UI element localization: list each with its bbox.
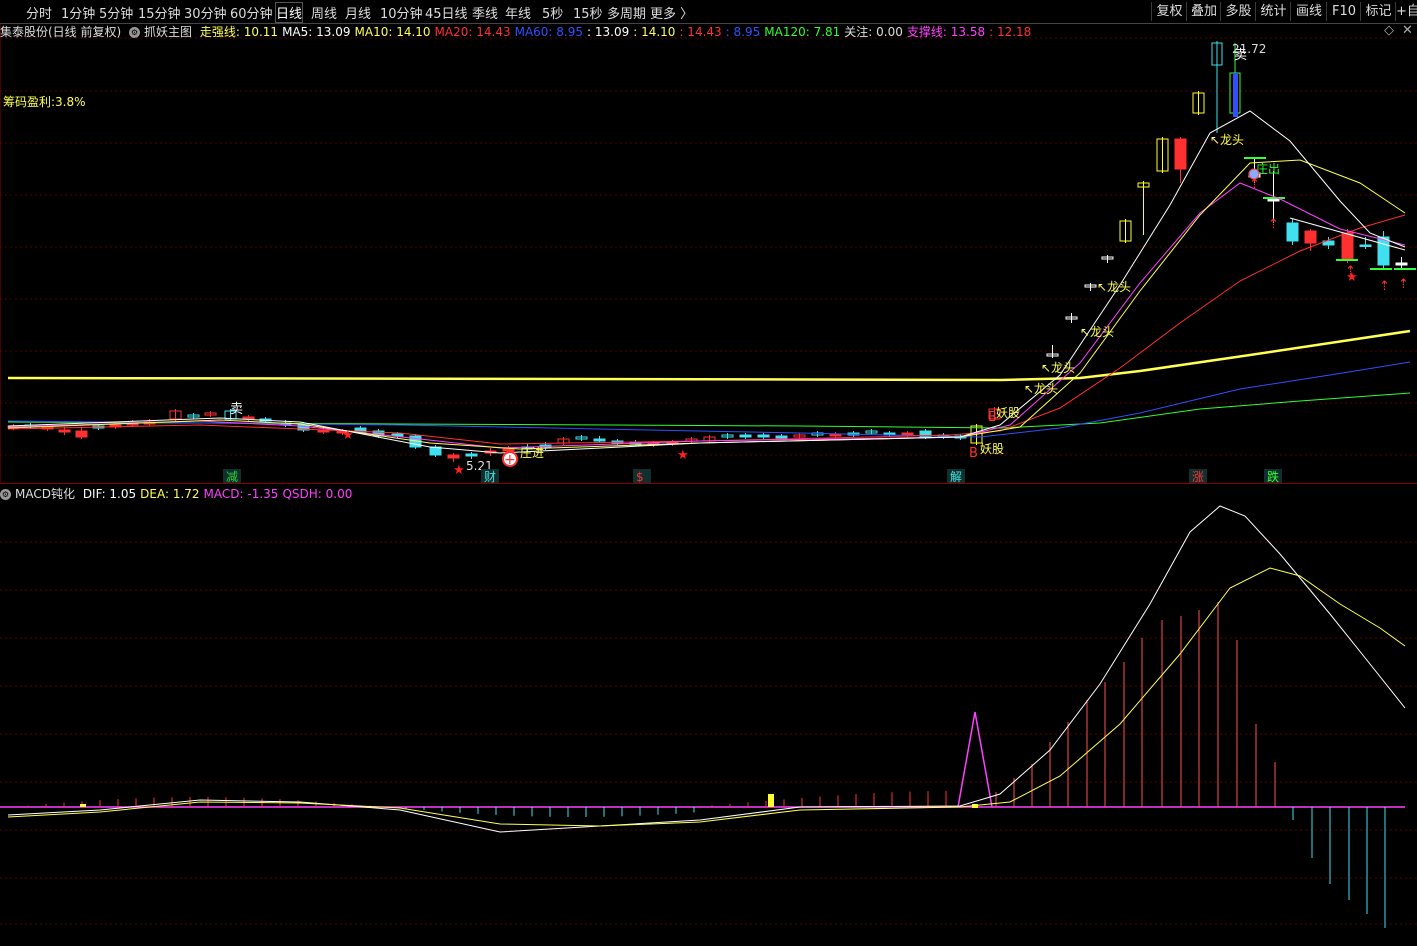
longtou-signal: ↖龙头 [1080,325,1114,339]
candle-body [58,429,71,433]
tab-12[interactable]: 年线 [505,3,531,22]
toolbar-button-1[interactable]: 叠加 [1186,2,1221,21]
macd-value-0: DIF: 1.05 [82,487,137,501]
arrow-up-icon: ⇡ [1379,279,1390,294]
candle-body [593,438,606,442]
candle-body [739,434,752,438]
candle-body [775,435,788,439]
bottom-marker-3: 解 [950,470,962,483]
toolbar-button-6[interactable]: 标记 [1360,2,1396,21]
candle-body [757,434,770,438]
longtou-signal: ↖龙头 [1024,382,1058,396]
period-toolbar: 分时 1分钟 5分钟 15分钟 30分钟 60分钟 日线 周线 月线 10分钟 45日线 季线 年线 5秒… [0,0,1417,24]
candle-body [1359,244,1372,247]
bottom-marker-5: 跌 [1267,469,1279,483]
tab-7[interactable]: 周线 [311,3,337,22]
candle-body [447,454,460,459]
pane-divider [0,483,1417,484]
arrow-up-icon: ⇡ [1398,277,1409,292]
tab-2[interactable]: 5分钟 [99,3,133,22]
sell-signal: 卖 [230,402,243,417]
zhuangchu-signal: 庄出 [1256,161,1280,176]
tab-0[interactable]: 分时 [26,3,52,22]
ma10-line [7,159,1406,450]
candle-body [502,448,515,452]
chip-profit-label: 筹码盈利:3.8% [3,95,86,109]
kline-chart[interactable]: 筹码盈利:3.8%21.72卖5.21卖↖龙头↖龙头↖龙头↖龙头↖龙头庄出庄进+… [0,23,1417,483]
bottom-marker-2: $ [636,470,644,483]
candle-body [1174,138,1187,170]
tab-13[interactable]: 5秒 [542,3,563,22]
candle-body [1395,262,1408,266]
star-icon: ★ [677,448,689,463]
bottom-marker-4: 涨 [1192,469,1204,483]
macd-title[interactable]: MACD钝化 [15,487,75,501]
tab-9[interactable]: 10分钟 [380,3,423,22]
dif-line [7,505,1406,833]
candle-body [465,453,478,457]
toolbar-button-0[interactable]: 复权 [1151,2,1187,21]
macd-bar [768,794,774,807]
macd-info-bar: ⚙ MACD钝化 DIF: 1.05 DEA: 1.72 MACD: -1.35 QSD… [0,486,356,502]
tab-15[interactable]: 多周期 [607,3,646,22]
tab-5[interactable]: 60分钟 [230,3,273,22]
macd-value-1: DEA: 1.72 [140,487,200,501]
ma5-line [7,110,1406,454]
arrow-up-icon: ⇡ [1249,177,1260,192]
support-line [7,182,1406,449]
buy-signal: B [969,446,978,461]
longtou-signal: ↖龙头 [1041,361,1075,375]
buy-signal: B [988,410,997,425]
tab-4[interactable]: 30分钟 [184,3,227,22]
toolbar-button-4[interactable]: 画线 [1290,2,1327,21]
candle-body [1377,236,1390,266]
sell-signal: 卖 [1234,48,1247,63]
plus-icon: + [504,452,516,468]
tab-16[interactable]: 更多 〉 [650,3,693,22]
tab-8[interactable]: 月线 [345,3,371,22]
tab-11[interactable]: 季线 [472,3,498,22]
tab-14[interactable]: 15秒 [573,3,603,22]
arrow-up-icon: ⇡ [1345,264,1356,279]
tab-10[interactable]: 45日线 [425,3,468,22]
tab-6[interactable]: 日线 [274,2,304,23]
yaogu-signal: 妖股 [980,442,1004,456]
candle-body [1304,230,1317,244]
toolbar-button-7[interactable]: +自 [1395,2,1417,21]
toolbar-button-3[interactable]: 统计 [1255,2,1291,21]
tab-1[interactable]: 1分钟 [61,3,95,22]
candle-body [75,430,88,438]
arrow-up-icon: ⇡ [1268,217,1279,232]
dea-line [7,567,1406,827]
bottom-marker-0: 减 [226,470,238,483]
toolbar-button-2[interactable]: 多股 [1220,2,1256,21]
longtou-signal: ↖龙头 [1210,133,1244,147]
macd-value-3: QSDH: 0.00 [282,487,353,501]
longtou-signal: ↖龙头 [1097,280,1131,294]
star-icon: ★ [342,428,354,443]
qsdh-spike [957,711,993,808]
tab-3[interactable]: 15分钟 [138,3,181,22]
candle-body [901,432,914,436]
candle-body [1233,73,1238,117]
candle-body [1267,198,1280,202]
candle-body [242,416,255,420]
strong-line [7,329,1411,382]
zhuangjin-signal: 庄进 [520,445,544,460]
gear-icon[interactable]: ⚙ [0,489,11,500]
macd-bar [80,804,86,807]
yaogu-signal: 妖股 [996,406,1020,420]
candle-body [1341,232,1354,260]
macd-value-2: MACD: -1.35 [203,487,279,501]
macd-chart[interactable] [0,504,1417,944]
bottom-marker-1: 财 [484,470,496,483]
toolbar-button-5[interactable]: F10 [1326,2,1361,21]
star-icon: ★ [453,463,465,478]
candle-body [1286,222,1299,242]
